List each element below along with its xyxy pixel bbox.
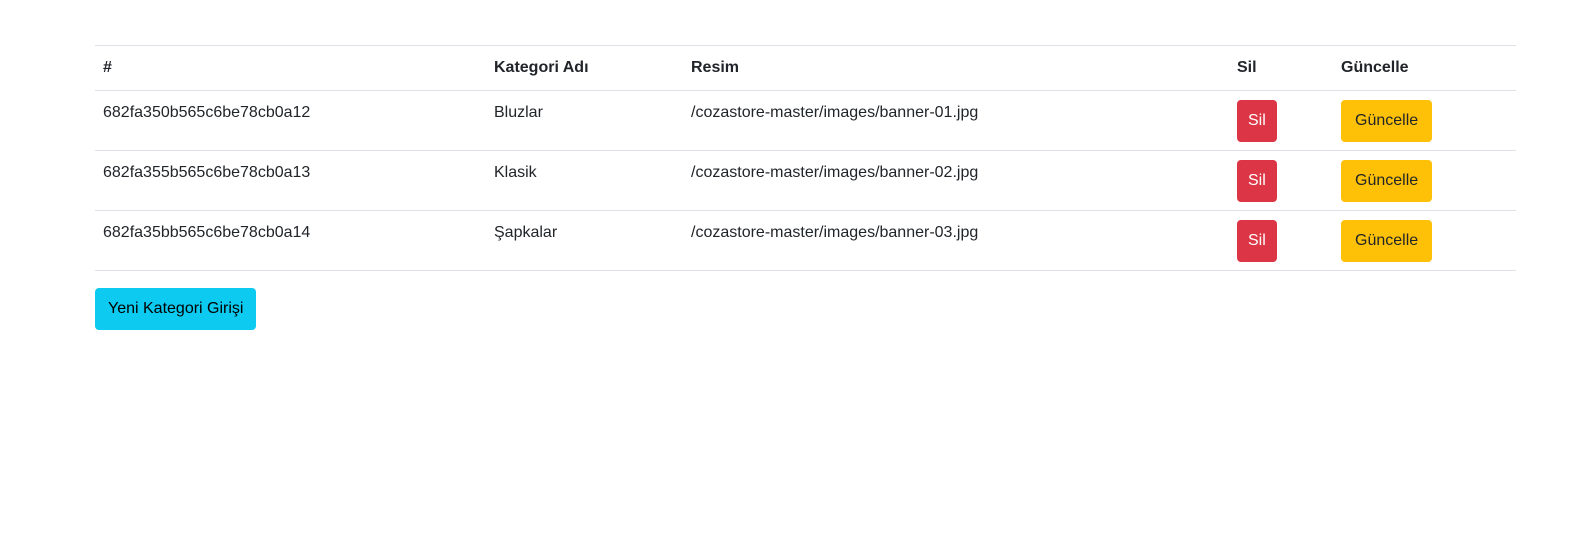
category-image-path: /cozastore-master/images/banner-02.jpg — [691, 164, 979, 181]
header-row: # Kategori Adı Resim Sil Güncelle — [95, 45, 1516, 91]
cell-delete: Sil — [1229, 210, 1333, 271]
category-id: 682fa350b565c6be78cb0a12 — [103, 104, 311, 121]
cell-image: /cozastore-master/images/banner-03.jpg — [683, 210, 1229, 271]
category-image-path: /cozastore-master/images/banner-03.jpg — [691, 224, 979, 241]
category-list-container: # Kategori Adı Resim Sil Güncelle 682fa3… — [95, 45, 1516, 330]
cell-image: /cozastore-master/images/banner-01.jpg — [683, 90, 1229, 151]
cell-name: Klasik — [486, 150, 683, 211]
update-button[interactable]: Güncelle — [1341, 220, 1433, 262]
table-body: 682fa350b565c6be78cb0a12 Bluzlar /cozast… — [95, 90, 1516, 271]
table-row: 682fa355b565c6be78cb0a13 Klasik /cozasto… — [95, 150, 1516, 211]
delete-button[interactable]: Sil — [1237, 100, 1277, 142]
cell-id: 682fa350b565c6be78cb0a12 — [95, 90, 486, 151]
header-id: # — [95, 45, 486, 91]
category-name: Şapkalar — [494, 224, 558, 241]
cell-delete: Sil — [1229, 90, 1333, 151]
cell-name: Bluzlar — [486, 90, 683, 151]
cell-update: Güncelle — [1333, 90, 1516, 151]
cell-update: Güncelle — [1333, 150, 1516, 211]
new-category-button[interactable]: Yeni Kategori Girişi — [95, 288, 257, 330]
header-delete: Sil — [1229, 45, 1333, 91]
category-id: 682fa355b565c6be78cb0a13 — [103, 164, 311, 181]
table-row: 682fa350b565c6be78cb0a12 Bluzlar /cozast… — [95, 90, 1516, 151]
new-category-wrapper: Yeni Kategori Girişi — [95, 288, 1516, 330]
update-button[interactable]: Güncelle — [1341, 100, 1433, 142]
delete-button[interactable]: Sil — [1237, 220, 1277, 262]
category-name: Bluzlar — [494, 104, 543, 121]
cell-id: 682fa35bb565c6be78cb0a14 — [95, 210, 486, 271]
cell-delete: Sil — [1229, 150, 1333, 211]
header-image: Resim — [683, 45, 1229, 91]
update-button[interactable]: Güncelle — [1341, 160, 1433, 202]
delete-button[interactable]: Sil — [1237, 160, 1277, 202]
cell-image: /cozastore-master/images/banner-02.jpg — [683, 150, 1229, 211]
cell-id: 682fa355b565c6be78cb0a13 — [95, 150, 486, 211]
table-row: 682fa35bb565c6be78cb0a14 Şapkalar /cozas… — [95, 210, 1516, 271]
cell-name: Şapkalar — [486, 210, 683, 271]
category-table: # Kategori Adı Resim Sil Güncelle 682fa3… — [95, 45, 1516, 271]
table-header: # Kategori Adı Resim Sil Güncelle — [95, 45, 1516, 91]
category-name: Klasik — [494, 164, 537, 181]
header-category-name: Kategori Adı — [486, 45, 683, 91]
cell-update: Güncelle — [1333, 210, 1516, 271]
category-image-path: /cozastore-master/images/banner-01.jpg — [691, 104, 979, 121]
category-id: 682fa35bb565c6be78cb0a14 — [103, 224, 311, 241]
header-update: Güncelle — [1333, 45, 1516, 91]
